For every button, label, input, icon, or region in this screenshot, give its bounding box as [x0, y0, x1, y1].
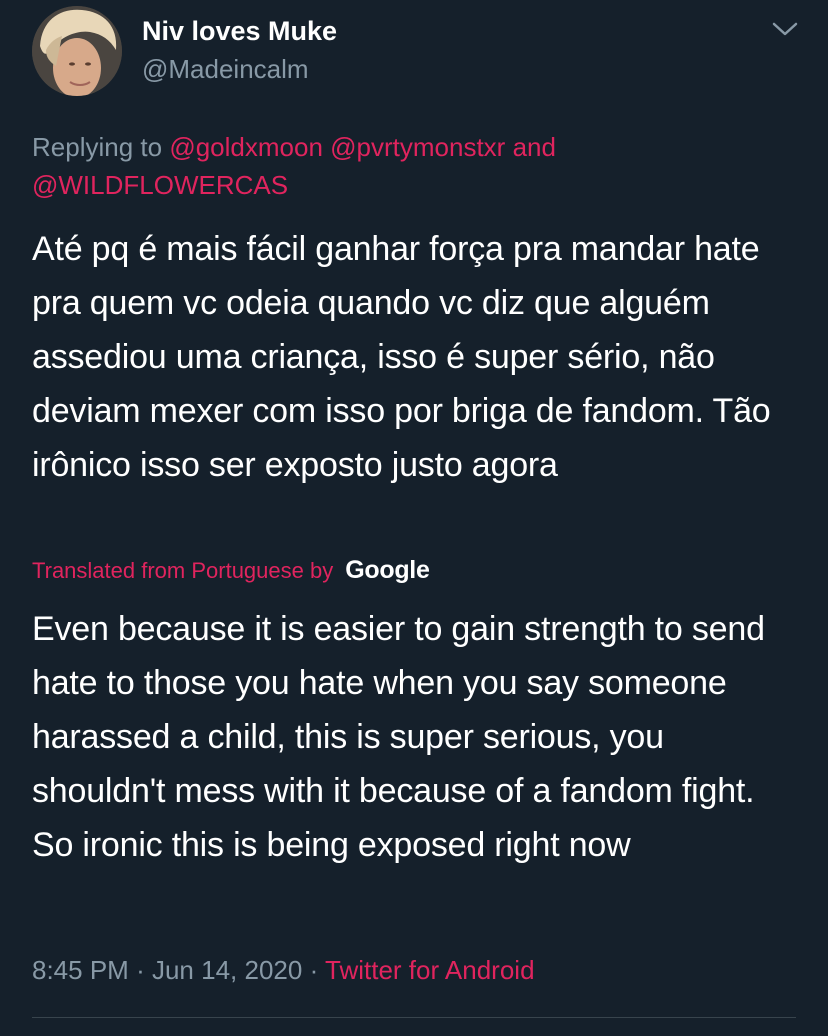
replying-to: Replying to @goldxmoon @pvrtymonstxr and… [32, 128, 772, 204]
meta-separator: · [309, 955, 319, 985]
chevron-down-icon[interactable] [770, 18, 800, 40]
translated-text: Even because it is easier to gain streng… [32, 610, 765, 864]
tweet-text: Até pq é mais fácil ganhar força pra man… [32, 230, 771, 484]
divider [32, 1017, 796, 1018]
mention-link[interactable]: @goldxmoon [169, 132, 323, 162]
meta-separator: · [136, 955, 145, 985]
translation-attribution: Translated from Portuguese by Google [32, 556, 430, 585]
tweet-meta: 8:45 PM · Jun 14, 2020 · Twitter for And… [32, 955, 535, 986]
translation-label: Translated from Portuguese by [32, 557, 334, 583]
replying-to-others-link[interactable]: and [513, 132, 556, 162]
avatar[interactable] [32, 6, 122, 96]
display-name[interactable]: Niv loves Muke [142, 16, 337, 47]
google-logo: Google [345, 556, 430, 584]
user-handle[interactable]: @Madeincalm [142, 54, 309, 85]
tweet-time[interactable]: 8:45 PM [32, 955, 129, 985]
mention-link[interactable]: @WILDFLOWERCAS [32, 170, 288, 200]
replying-to-label: Replying to [32, 132, 163, 162]
tweet-source-link[interactable]: Twitter for Android [325, 955, 535, 985]
tweet-date[interactable]: Jun 14, 2020 [152, 955, 302, 985]
mention-link[interactable]: @pvrtymonstxr [330, 132, 505, 162]
